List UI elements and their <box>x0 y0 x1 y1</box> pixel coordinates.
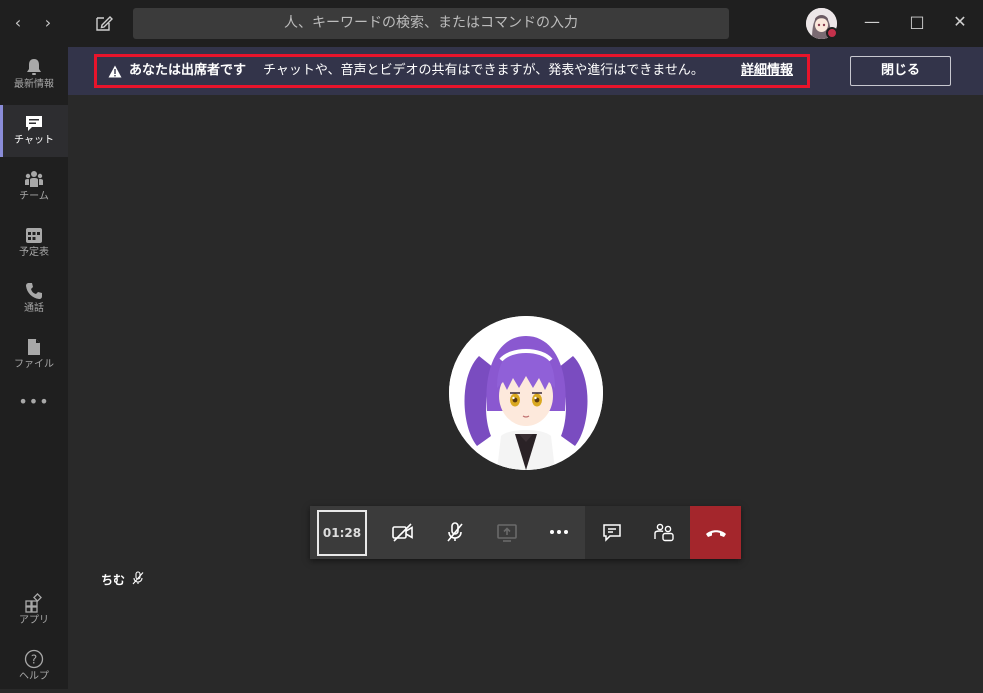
status-badge <box>826 27 838 39</box>
share-screen-icon <box>497 524 517 542</box>
rail-item-label: 最新情報 <box>14 79 54 90</box>
participants-icon <box>654 523 674 542</box>
rail-item-teams[interactable]: チーム <box>0 161 68 213</box>
share-button[interactable] <box>481 506 533 559</box>
rail-item-label: ファイル <box>14 359 54 370</box>
chat-icon <box>26 116 42 131</box>
rail-item-label: アプリ <box>19 615 49 626</box>
hang-up-icon <box>706 530 726 537</box>
chat-icon <box>603 524 621 542</box>
rail-item-chat[interactable]: チャット <box>0 105 68 157</box>
call-toolbar: 01:28 <box>310 506 741 559</box>
rail-item-label: ヘルプ <box>19 671 49 682</box>
app-rail: 最新情報 チャット チーム 予定表 通話 ファイル ••• アプリ ? ヘルプ <box>0 47 68 689</box>
apps-icon <box>25 593 42 613</box>
rail-item-label: チャット <box>14 135 54 146</box>
participant-avatar <box>449 316 603 470</box>
rail-item-calls[interactable]: 通話 <box>0 273 68 325</box>
more-icon <box>550 530 568 534</box>
rail-item-label: チーム <box>19 191 49 202</box>
mic-off-icon <box>447 522 463 542</box>
bell-icon <box>27 59 41 75</box>
rail-item-help[interactable]: ? ヘルプ <box>0 641 68 693</box>
close-icon[interactable]: ✕ <box>948 10 972 34</box>
participant-name: ちむ <box>101 573 126 587</box>
rail-item-label: 通話 <box>24 303 44 314</box>
mute-button[interactable] <box>429 506 481 559</box>
maximize-icon[interactable]: □ <box>905 10 929 34</box>
phone-icon <box>26 283 42 299</box>
search-input[interactable]: 人、キーワードの検索、またはコマンドの入力 <box>133 8 729 39</box>
banner-title: あなたは出席者です <box>129 63 247 78</box>
teams-icon <box>25 171 43 187</box>
rail-item-apps[interactable]: アプリ <box>0 585 68 637</box>
rail-item-calendar[interactable]: 予定表 <box>0 217 68 269</box>
svg-text:?: ? <box>31 653 37 667</box>
minimize-icon[interactable]: — <box>860 10 884 34</box>
attendee-banner: あなたは出席者です チャットや、音声とビデオの共有はできますが、発表や進行はでき… <box>68 47 983 95</box>
more-actions-button[interactable] <box>533 506 585 559</box>
help-icon: ? <box>24 649 44 669</box>
hang-up-button[interactable] <box>690 506 741 559</box>
camera-off-button[interactable] <box>377 506 429 559</box>
chevron-left-icon[interactable]: ‹ <box>8 12 28 34</box>
banner-message: チャットや、音声とビデオの共有はできますが、発表や進行はできません。 <box>263 63 704 78</box>
rail-item-activity[interactable]: 最新情報 <box>0 49 68 101</box>
chevron-right-icon[interactable]: › <box>38 12 58 34</box>
more-icon: ••• <box>18 392 50 411</box>
rail-item-more[interactable]: ••• <box>0 393 68 423</box>
warning-icon <box>108 65 122 78</box>
compose-icon[interactable] <box>94 13 114 33</box>
toolbar-secondary <box>585 506 690 559</box>
show-conversation-button[interactable] <box>586 506 638 559</box>
close-banner-button[interactable]: 閉じる <box>850 56 951 86</box>
file-icon <box>28 339 40 355</box>
mic-off-icon <box>132 571 144 585</box>
camera-off-icon <box>392 523 413 542</box>
rail-item-label: 予定表 <box>19 247 49 258</box>
call-timer: 01:28 <box>317 510 367 556</box>
rail-item-files[interactable]: ファイル <box>0 329 68 381</box>
banner-highlight: あなたは出席者です チャットや、音声とビデオの共有はできますが、発表や進行はでき… <box>94 54 810 88</box>
title-bar: ‹ › 人、キーワードの検索、またはコマンドの入力 — □ ✕ <box>0 0 983 47</box>
learn-more-link[interactable]: 詳細情報 <box>741 62 793 80</box>
calendar-icon <box>26 228 42 243</box>
show-participants-button[interactable] <box>638 506 690 559</box>
